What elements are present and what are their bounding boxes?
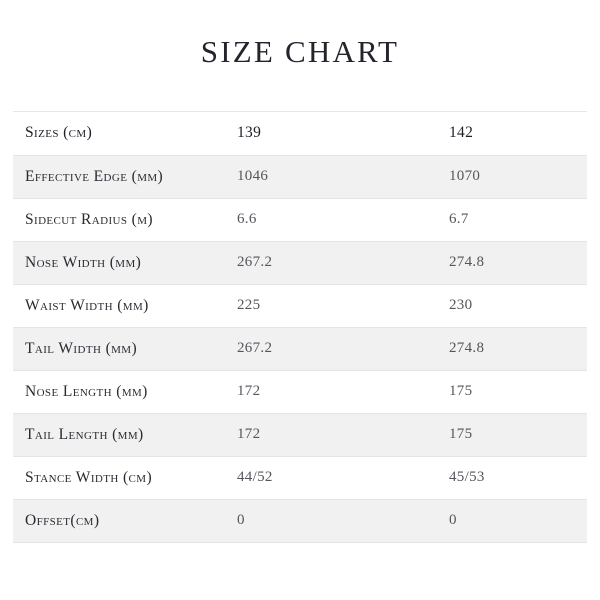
table-row: Tail Length (mm) 172 175 xyxy=(13,413,587,457)
row-label: Nose Length (mm) xyxy=(13,370,225,414)
row-label: Effective Edge (mm) xyxy=(13,155,225,199)
row-label: Sidecut Radius (m) xyxy=(13,198,225,242)
column-header-size-139: 139 xyxy=(225,112,437,156)
table-row: Sidecut Radius (m) 6.6 6.7 xyxy=(13,198,587,242)
row-label: Waist Width (mm) xyxy=(13,284,225,328)
table-header: Sizes (cm) 139 142 xyxy=(13,112,587,156)
size-chart-table-container: Sizes (cm) 139 142 Effective Edge (mm) 10… xyxy=(13,111,587,543)
cell-size-142: 1070 xyxy=(437,155,587,199)
cell-size-142: 274.8 xyxy=(437,327,587,371)
cell-size-142: 6.7 xyxy=(437,198,587,242)
size-chart-page: SIZE CHART Sizes (cm) 139 142 Effective … xyxy=(0,0,600,600)
cell-size-139: 267.2 xyxy=(225,241,437,285)
column-header-size-142: 142 xyxy=(437,112,587,156)
cell-size-142: 274.8 xyxy=(437,241,587,285)
row-label: Tail Width (mm) xyxy=(13,327,225,371)
table-row: Waist Width (mm) 225 230 xyxy=(13,284,587,328)
cell-size-139: 6.6 xyxy=(225,198,437,242)
cell-size-142: 175 xyxy=(437,370,587,414)
table-row: Stance Width (cm) 44/52 45/53 xyxy=(13,456,587,500)
row-label: Stance Width (cm) xyxy=(13,456,225,500)
cell-size-139: 0 xyxy=(225,499,437,543)
cell-size-139: 1046 xyxy=(225,155,437,199)
table-row: Nose Width (mm) 267.2 274.8 xyxy=(13,241,587,285)
table-row: Nose Length (mm) 172 175 xyxy=(13,370,587,414)
row-label: Offset(cm) xyxy=(13,499,225,543)
cell-size-139: 225 xyxy=(225,284,437,328)
column-header-sizes: Sizes (cm) xyxy=(13,112,225,156)
table-row: Effective Edge (mm) 1046 1070 xyxy=(13,155,587,199)
cell-size-139: 44/52 xyxy=(225,456,437,500)
size-chart-table: Sizes (cm) 139 142 Effective Edge (mm) 10… xyxy=(13,112,587,543)
page-title: SIZE CHART xyxy=(200,34,400,69)
table-body: Effective Edge (mm) 1046 1070 Sidecut Radiu… xyxy=(13,155,587,543)
cell-size-139: 267.2 xyxy=(225,327,437,371)
cell-size-142: 230 xyxy=(437,284,587,328)
cell-size-142: 45/53 xyxy=(437,456,587,500)
cell-size-139: 172 xyxy=(225,370,437,414)
row-label: Nose Width (mm) xyxy=(13,241,225,285)
cell-size-142: 175 xyxy=(437,413,587,457)
table-header-row: Sizes (cm) 139 142 xyxy=(13,112,587,156)
table-row: Tail Width (mm) 267.2 274.8 xyxy=(13,327,587,371)
row-label: Tail Length (mm) xyxy=(13,413,225,457)
cell-size-139: 172 xyxy=(225,413,437,457)
cell-size-142: 0 xyxy=(437,499,587,543)
table-row: Offset(cm) 0 0 xyxy=(13,499,587,543)
